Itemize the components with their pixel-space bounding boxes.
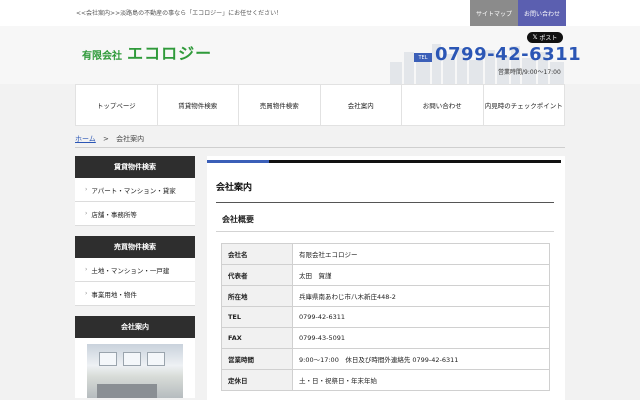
- page-title: 会社案内: [216, 183, 253, 193]
- table-row: 営業時間 9:00～17:00 休日及び時間外連絡先 0799-42-6311: [221, 348, 550, 370]
- sidebar-item-land-house[interactable]: › 土地・マンション・一戸建: [75, 258, 195, 282]
- row-value: 9:00～17:00 休日及び時間外連絡先 0799-42-6311: [292, 348, 550, 370]
- main-content: 会社案内 会社概要 会社名 有限会社エコロジー 代表者 太田 賀謹 所在地 兵庫…: [207, 156, 565, 400]
- sidebar-item-label: 土地・マンション・一戸建: [91, 266, 170, 275]
- sidebar-heading-sale: 売買物件検索: [75, 236, 195, 258]
- logo-company-type: 有限会社: [82, 51, 122, 62]
- office-photo-frame: [75, 338, 195, 398]
- sidebar-item-label: 事業用地・物件: [91, 290, 137, 299]
- photo-window: [123, 352, 141, 366]
- row-value: 土・日・祝祭日・年末年始: [292, 369, 550, 391]
- tel-number: 0799-42-6311: [435, 44, 582, 65]
- nav-top-page[interactable]: トップページ: [75, 85, 158, 125]
- table-row: 定休日 土・日・祝祭日・年末年始: [221, 369, 550, 391]
- sitemap-link[interactable]: サイトマップ: [470, 0, 518, 26]
- sidebar: 賃貸物件検索 › アパート・マンション・貸家 › 店舗・事務所等 売買物件検索 …: [75, 156, 195, 398]
- title-accent-bar: [207, 160, 269, 163]
- photo-window: [99, 352, 117, 366]
- nav-rent-search[interactable]: 賃貸物件検索: [158, 85, 239, 125]
- breadcrumb-divider: [75, 147, 565, 148]
- top-contact-link[interactable]: お問い合わせ: [518, 0, 566, 26]
- breadcrumb-separator: >: [103, 135, 109, 143]
- sidebar-item-business-land[interactable]: › 事業用地・物件: [75, 282, 195, 306]
- sidebar-heading-company: 会社案内: [75, 316, 195, 338]
- row-label: FAX: [221, 327, 293, 349]
- row-value: 有限会社エコロジー: [292, 243, 550, 265]
- breadcrumb-home-link[interactable]: ホーム: [75, 135, 96, 143]
- breadcrumb-current: 会社案内: [116, 135, 145, 143]
- row-value: 0799-42-6311: [292, 306, 550, 328]
- row-label: 会社名: [221, 243, 293, 265]
- chevron-right-icon: ›: [85, 266, 88, 273]
- site-header: 有限会社 エコロジー 𝕏 ポスト TEL 0799-42-6311 営業時間/9…: [0, 26, 640, 84]
- section-title: 会社概要: [216, 206, 554, 232]
- title-divider: [216, 202, 554, 203]
- x-icon: 𝕏: [532, 34, 538, 41]
- table-row: TEL 0799-42-6311: [221, 306, 550, 328]
- x-post-button[interactable]: 𝕏 ポスト: [527, 32, 563, 43]
- top-strip: <<会社案内>>淡路島の不動産の事なら「エコロジー」にお任せください！ サイトマ…: [0, 0, 640, 26]
- table-row: FAX 0799-43-5091: [221, 327, 550, 349]
- sidebar-heading-rent: 賃貸物件検索: [75, 156, 195, 178]
- global-nav: トップページ 賃貸物件検索 売買物件検索 会社案内 お問い合わせ 内見時のチェッ…: [75, 84, 565, 126]
- table-row: 所在地 兵庫県南あわじ市八木新庄448-2: [221, 285, 550, 307]
- company-info-table: 会社名 有限会社エコロジー 代表者 太田 賀謹 所在地 兵庫県南あわじ市八木新庄…: [221, 243, 550, 391]
- chevron-right-icon: ›: [85, 210, 88, 217]
- nav-sale-search[interactable]: 売買物件検索: [239, 85, 321, 125]
- office-photo[interactable]: [87, 344, 183, 398]
- table-row: 代表者 太田 賀謹: [221, 264, 550, 286]
- header-tagline: <<会社案内>>淡路島の不動産の事なら「エコロジー」にお任せください！: [76, 10, 283, 17]
- chevron-right-icon: ›: [85, 186, 88, 193]
- logo-company-name: エコロジー: [127, 44, 213, 63]
- business-hours: 営業時間/9:00～17:00: [498, 69, 561, 76]
- chevron-right-icon: ›: [85, 290, 88, 297]
- photo-desk: [97, 384, 157, 398]
- row-label: 代表者: [221, 264, 293, 286]
- sidebar-item-label: 店舗・事務所等: [91, 210, 137, 219]
- site-logo[interactable]: 有限会社 エコロジー: [82, 40, 212, 64]
- sidebar-item-label: アパート・マンション・貸家: [91, 186, 176, 195]
- nav-viewing-checkpoints[interactable]: 内見時のチェックポイント: [484, 85, 565, 125]
- row-label: 営業時間: [221, 348, 293, 370]
- nav-company[interactable]: 会社案内: [321, 85, 402, 125]
- sidebar-item-apartment[interactable]: › アパート・マンション・貸家: [75, 178, 195, 202]
- row-label: 定休日: [221, 369, 293, 391]
- table-row: 会社名 有限会社エコロジー: [221, 243, 550, 265]
- sidebar-item-store-office[interactable]: › 店舗・事務所等: [75, 202, 195, 226]
- row-label: TEL: [221, 306, 293, 328]
- x-post-label: ポスト: [539, 35, 558, 42]
- photo-window: [147, 352, 165, 366]
- row-value: 0799-43-5091: [292, 327, 550, 349]
- row-value: 兵庫県南あわじ市八木新庄448-2: [292, 285, 550, 307]
- nav-contact[interactable]: お問い合わせ: [402, 85, 484, 125]
- row-label: 所在地: [221, 285, 293, 307]
- row-value: 太田 賀謹: [292, 264, 550, 286]
- tel-badge: TEL: [414, 53, 432, 62]
- breadcrumb: ホーム > 会社案内: [75, 134, 144, 144]
